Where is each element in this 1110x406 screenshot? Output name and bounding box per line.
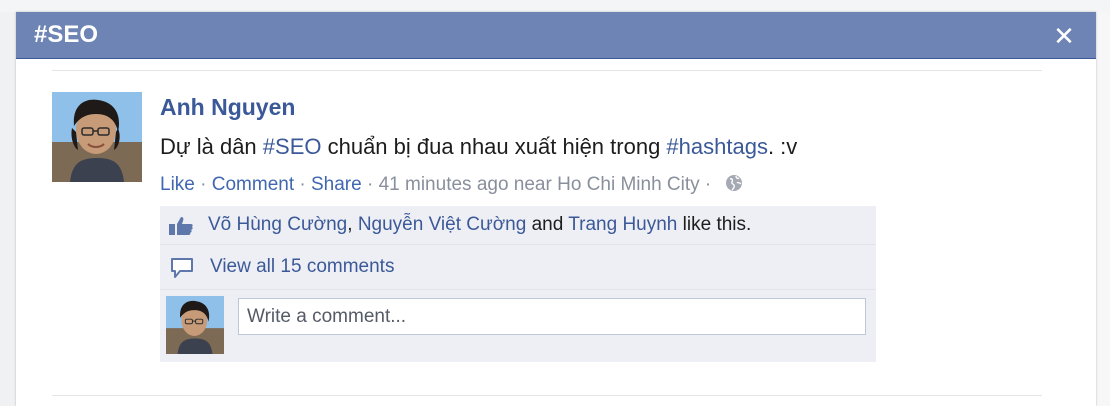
feedback-box: Võ Hùng Cường, Nguyễn Việt Cường and Tra… bbox=[160, 206, 876, 362]
separator: · bbox=[194, 174, 212, 195]
dialog-title: #SEO bbox=[34, 21, 99, 48]
likes-suffix: like this. bbox=[677, 214, 752, 235]
message-text: . :v bbox=[767, 134, 798, 159]
background-page-left bbox=[0, 12, 16, 406]
globe-icon[interactable] bbox=[725, 174, 743, 199]
message-text: chuẩn bị đua nhau xuất hiện trong bbox=[321, 134, 667, 159]
separator: · bbox=[294, 174, 311, 195]
post-actions-bar: Like · Comment · Share · 41 minutes ago … bbox=[160, 173, 743, 199]
liker-link[interactable]: Nguyễn Việt Cường bbox=[358, 214, 526, 235]
post-author-name[interactable]: Anh Nguyen bbox=[160, 94, 295, 120]
comment-input[interactable] bbox=[238, 298, 866, 335]
liker-link[interactable]: Võ Hùng Cường bbox=[208, 214, 347, 235]
background-page-right bbox=[1096, 12, 1110, 406]
thumbs-up-icon bbox=[168, 216, 194, 241]
liker-link[interactable]: Trang Huynh bbox=[568, 214, 677, 235]
divider bbox=[52, 70, 1042, 71]
dialog-titlebar: #SEO ✕ bbox=[16, 12, 1096, 59]
likes-sentence-row: Võ Hùng Cường, Nguyễn Việt Cường and Tra… bbox=[160, 206, 876, 245]
likes-comma: , bbox=[347, 214, 358, 235]
post-timestamp[interactable]: 41 minutes ago near Ho Chi Minh City bbox=[379, 174, 700, 195]
author-avatar[interactable] bbox=[52, 92, 142, 182]
close-icon[interactable]: ✕ bbox=[1052, 23, 1076, 49]
share-link[interactable]: Share bbox=[311, 174, 362, 195]
view-comments-row: View all 15 comments bbox=[160, 245, 876, 290]
view-all-comments-link[interactable]: View all 15 comments bbox=[210, 255, 394, 279]
hashtag-link-hashtags[interactable]: #hashtags bbox=[666, 134, 768, 159]
divider bbox=[52, 395, 1042, 396]
comment-link[interactable]: Comment bbox=[212, 174, 294, 195]
separator: · bbox=[361, 174, 379, 195]
post-message: Dự là dân #SEO chuẩn bị đua nhau xuất hi… bbox=[160, 133, 797, 161]
hashtag-link-seo[interactable]: #SEO bbox=[263, 134, 322, 159]
likes-sentence: Võ Hùng Cường, Nguyễn Việt Cường and Tra… bbox=[208, 213, 751, 237]
message-text: Dự là dân bbox=[160, 134, 263, 159]
speech-bubble-icon bbox=[170, 257, 194, 284]
likes-and: and bbox=[526, 214, 569, 235]
like-link[interactable]: Like bbox=[160, 174, 195, 195]
separator: · bbox=[699, 174, 717, 195]
viewer-avatar[interactable] bbox=[166, 296, 224, 354]
hashtag-dialog: #SEO ✕ Anh Nguyen Dự là dân #SEO chuẩn b… bbox=[16, 12, 1096, 406]
